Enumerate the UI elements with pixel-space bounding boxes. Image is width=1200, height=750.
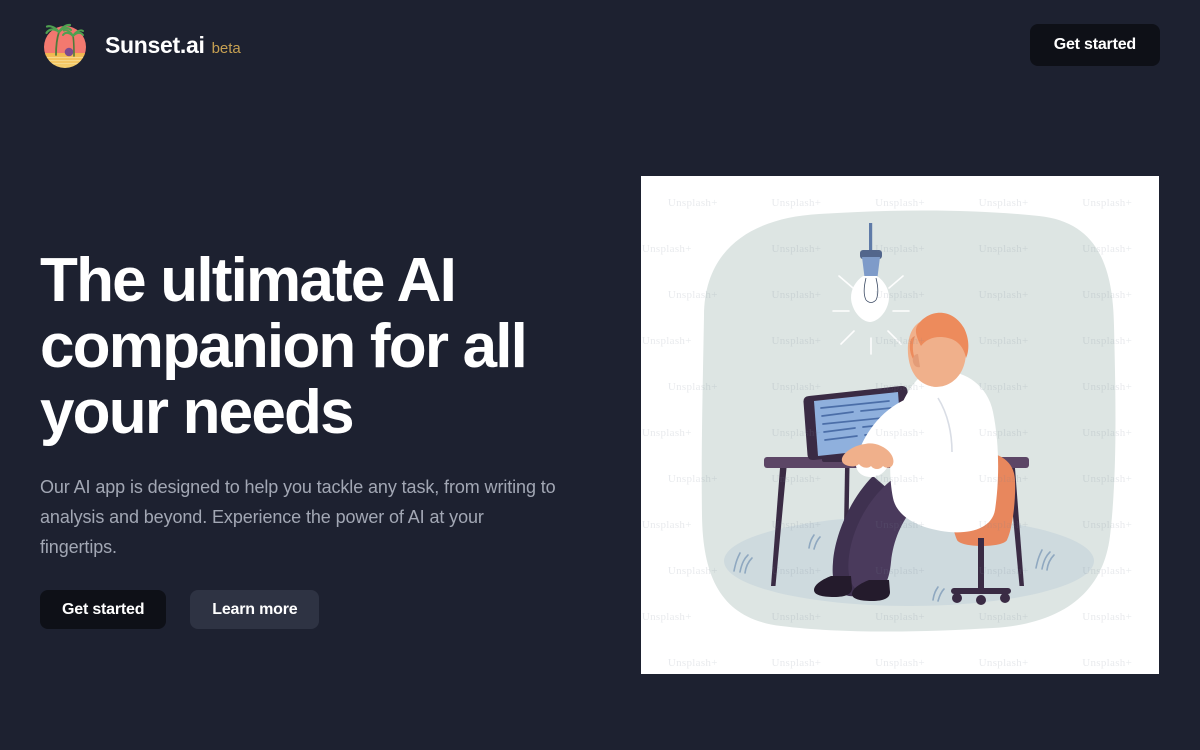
header-get-started-button[interactable]: Get started: [1029, 24, 1160, 66]
sunset-palm-island-icon: [40, 20, 90, 70]
hero-actions: Get started Learn more: [40, 590, 600, 629]
hero-learn-more-button[interactable]: Learn more: [190, 590, 320, 629]
hero-illustration: Unsplash+ Unsplash+ Unsplash+ Unsplash+ …: [641, 176, 1159, 674]
brand-beta-tag: beta: [211, 39, 241, 57]
hero-content: The ultimate AI companion for all your n…: [40, 248, 600, 629]
landing-page: Sunset.ai beta Get started The ultimate …: [0, 0, 1200, 750]
desk-worker-illustration-svg: [701, 210, 1116, 632]
brand-logo[interactable]: Sunset.ai beta: [40, 20, 241, 70]
brand-name: Sunset.ai: [105, 31, 205, 58]
hero-subtitle: Our AI app is designed to help you tackl…: [40, 477, 556, 557]
brand-text: Sunset.ai beta: [105, 32, 241, 59]
hero-title: The ultimate AI companion for all your n…: [40, 246, 528, 447]
hero-get-started-button[interactable]: Get started: [40, 590, 167, 629]
site-header: Sunset.ai beta Get started: [0, 0, 1200, 90]
